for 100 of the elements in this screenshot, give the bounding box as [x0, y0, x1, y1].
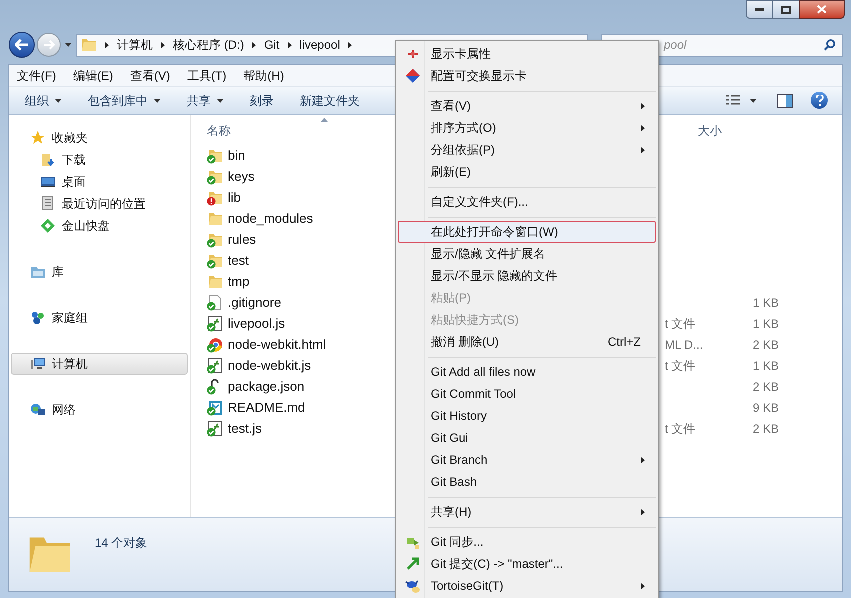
- table-cell: t 文件: [665, 316, 696, 330]
- file-name[interactable]: tmp: [228, 272, 250, 292]
- chevron-icon: [641, 124, 645, 132]
- search-icon: [824, 39, 836, 51]
- menu-item[interactable]: 分组依据(P): [398, 139, 656, 161]
- table-cell-text: 2 KB: [752, 336, 779, 354]
- table-cell: ML D...: [665, 338, 704, 352]
- menu-item[interactable]: 在此处打开命令窗口(W): [398, 221, 656, 243]
- menu-item[interactable]: Git Commit Tool: [398, 383, 656, 405]
- menu-item[interactable]: 查看(V): [398, 95, 656, 117]
- breadcrumb[interactable]: 核心程序 (D:): [173, 36, 244, 54]
- sidebar-item[interactable]: 家庭组: [11, 307, 188, 329]
- people-icon: [30, 310, 46, 326]
- menu-item[interactable]: 配置可交换显示卡: [398, 65, 656, 87]
- maximize-button[interactable]: [773, 0, 799, 19]
- sidebar-item[interactable]: 桌面: [11, 171, 188, 193]
- chevron-icon: [161, 42, 165, 48]
- column-header[interactable]: 名称: [201, 122, 321, 140]
- file-name[interactable]: test: [228, 250, 249, 270]
- menu-item[interactable]: 共享(H): [398, 501, 656, 523]
- toolbar-button[interactable]: 刻录: [250, 92, 274, 110]
- breadcrumb[interactable]: Git: [264, 36, 280, 54]
- diamond-icon: [405, 68, 421, 84]
- close-button[interactable]: [799, 0, 845, 19]
- file-name[interactable]: lib: [228, 188, 242, 208]
- sidebar-item[interactable]: 网络: [11, 399, 188, 421]
- table-cell-text: 9 KB: [752, 400, 779, 416]
- arrow-icon: [405, 556, 421, 572]
- file-name[interactable]: test.js: [228, 418, 262, 438]
- menu-item[interactable]: 自定义文件夹(F)...: [398, 191, 656, 213]
- folder-icon: [81, 37, 97, 53]
- menu-bar-item[interactable]: 帮助(H): [244, 66, 284, 84]
- file-name[interactable]: package.json: [228, 376, 305, 396]
- sidebar-item[interactable]: 计算机: [11, 353, 188, 375]
- monitor-icon: [40, 174, 56, 190]
- breadcrumb[interactable]: livepool: [300, 36, 340, 54]
- chevron-icon: [641, 456, 645, 464]
- table-cell-text: 1 KB: [752, 294, 779, 312]
- menu-item[interactable]: Git Branch: [398, 449, 656, 471]
- menu-bar-item[interactable]: 工具(T): [187, 66, 227, 84]
- menu-item[interactable]: 显示/不显示 隐藏的文件: [398, 265, 656, 287]
- preview-pane-button[interactable]: [777, 94, 793, 108]
- toolbar-button[interactable]: 新建文件夹: [300, 92, 360, 110]
- globe-icon: [30, 402, 46, 418]
- minimize-icon: [755, 8, 764, 11]
- menu-item[interactable]: Git 提交(C) -> "master"...: [398, 553, 656, 575]
- sidebar-item[interactable]: 金山快盘: [11, 215, 188, 237]
- document-icon: [40, 196, 56, 212]
- maximize-icon: [781, 6, 791, 14]
- caret-icon: [217, 98, 224, 102]
- forward-arrow-icon: [43, 40, 55, 50]
- caret-icon: [154, 98, 161, 102]
- file-name[interactable]: node-webkit.html: [228, 334, 326, 354]
- table-cell: t 文件: [665, 422, 696, 436]
- back-arrow-icon: [15, 39, 29, 51]
- menu-item[interactable]: Git Gui: [398, 427, 656, 449]
- star-icon: [30, 130, 46, 146]
- help-button[interactable]: [811, 92, 828, 109]
- breadcrumb[interactable]: 计算机: [117, 36, 153, 54]
- file-name[interactable]: node_modules: [228, 208, 314, 228]
- menu-item[interactable]: 刷新(E): [398, 161, 656, 183]
- table-cell: t 文件: [665, 358, 696, 372]
- menu-item[interactable]: 撤消 删除(U) Ctrl+Z: [398, 331, 656, 353]
- folder-icon: [30, 264, 46, 280]
- column-header[interactable]: 大小: [698, 122, 722, 140]
- close-icon: [817, 5, 827, 14]
- menu-item[interactable]: TortoiseGit(T): [398, 575, 656, 597]
- back-button[interactable]: [9, 32, 35, 58]
- menu-item[interactable]: Git Add all files now: [398, 361, 656, 383]
- sidebar-item[interactable]: 收藏夹: [11, 127, 188, 149]
- sidebar-item[interactable]: 最近访问的位置: [11, 193, 188, 215]
- sidebar-item[interactable]: 库: [11, 261, 188, 283]
- menu-item[interactable]: 显示/隐藏 文件扩展名: [398, 243, 656, 265]
- computer-icon: [30, 356, 46, 372]
- minimize-button[interactable]: [746, 0, 773, 19]
- toolbar-button[interactable]: 共享: [187, 92, 224, 110]
- file-name[interactable]: livepool.js: [228, 314, 286, 334]
- menu-bar-item[interactable]: 编辑(E): [73, 66, 114, 84]
- menu-item[interactable]: Git Bash: [398, 471, 656, 493]
- chevron-icon: [252, 42, 256, 48]
- file-name[interactable]: README.md: [228, 398, 306, 418]
- menu-item[interactable]: Git History: [398, 405, 656, 427]
- file-name[interactable]: node-webkit.js: [228, 356, 312, 376]
- menu-item[interactable]: Git 同步...: [398, 531, 656, 553]
- toolbar-button[interactable]: 组织: [25, 92, 62, 110]
- menu-item[interactable]: 排序方式(O): [398, 117, 656, 139]
- chevron-icon: [641, 102, 645, 110]
- file-name[interactable]: rules: [228, 230, 256, 250]
- sidebar-item[interactable]: 下载: [11, 149, 188, 171]
- caret-icon: [750, 98, 757, 102]
- file-name[interactable]: keys: [228, 166, 255, 186]
- file-name[interactable]: .gitignore: [228, 292, 282, 312]
- file-name[interactable]: bin: [228, 146, 246, 166]
- history-caret-icon: [65, 43, 72, 47]
- table-cell-text: 2 KB: [752, 378, 779, 396]
- toolbar-button[interactable]: 包含到库中: [88, 92, 161, 110]
- view-button[interactable]: [726, 94, 757, 106]
- menu-bar-item[interactable]: 查看(V): [130, 66, 170, 84]
- menu-bar-item[interactable]: 文件(F): [17, 66, 56, 84]
- chevron-icon: [105, 42, 109, 48]
